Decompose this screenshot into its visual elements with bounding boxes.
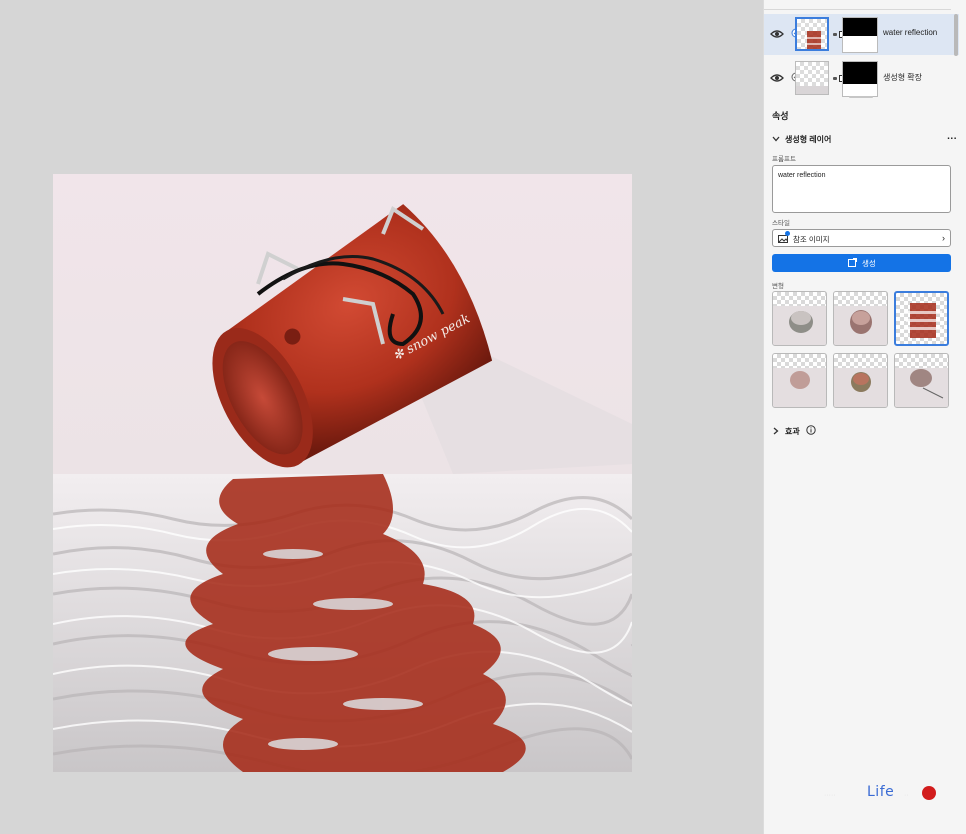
variation-image xyxy=(773,306,826,345)
eye-icon[interactable] xyxy=(770,28,784,40)
layer-mask-thumbnail[interactable] xyxy=(842,61,878,97)
layer-name: 생성형 확장 xyxy=(883,73,923,82)
effects-label: 효과 xyxy=(785,427,800,436)
chain-icon xyxy=(833,33,837,36)
variation-image xyxy=(904,303,942,338)
generate-icon xyxy=(848,258,857,267)
layers-scrollbar[interactable] xyxy=(954,14,958,56)
layer-thumbnail[interactable] xyxy=(795,61,829,95)
effects-section-header[interactable]: 효과 xyxy=(772,425,872,437)
layers-panel: water reflection 생성형 확장 xyxy=(764,0,959,97)
red-lantern-water-reflection-image: ✻ snow peak xyxy=(53,174,632,772)
watermark-right-text: ·· xyxy=(904,792,909,799)
watermark-stamp-icon xyxy=(922,786,936,800)
variation-image xyxy=(773,368,826,407)
layer-thumbnail-image xyxy=(796,86,828,94)
prompt-label: 프롬프트 xyxy=(772,156,796,163)
variation-thumbnail-5[interactable] xyxy=(833,353,888,408)
variation-thumbnail-6[interactable] xyxy=(894,353,949,408)
layer-row-generative-expand[interactable]: 생성형 확장 xyxy=(764,58,959,99)
layer-name: water reflection xyxy=(883,28,938,37)
section-title: 생성형 레이어 xyxy=(785,135,832,144)
generate-button-label: 생성 xyxy=(862,259,876,268)
prompt-textarea[interactable]: water reflection xyxy=(772,165,951,213)
layer-mask-image xyxy=(843,18,877,36)
variation-thumbnail-4[interactable] xyxy=(772,353,827,408)
chevron-right-icon[interactable] xyxy=(772,427,779,435)
divider xyxy=(764,9,951,10)
generative-layer-section-header[interactable]: 생성형 레이어 ... xyxy=(772,131,957,145)
variation-thumbnail-2[interactable] xyxy=(833,291,888,346)
properties-title: 속성 xyxy=(772,111,789,121)
canvas-area[interactable]: ✻ snow peak xyxy=(0,0,763,834)
watermark-left-text: ····· xyxy=(824,792,836,799)
layer-thumbnail-image xyxy=(804,31,824,49)
variation-image xyxy=(834,306,887,345)
variations-grid xyxy=(772,291,953,411)
layer-mask-thumbnail[interactable] xyxy=(842,17,878,53)
panel-resize-handle[interactable] xyxy=(849,96,873,98)
layer-row-water-reflection[interactable]: water reflection xyxy=(764,14,959,55)
chain-icon xyxy=(833,77,837,80)
status-dot xyxy=(785,231,790,236)
variation-image xyxy=(834,368,887,407)
style-reference-image-select[interactable]: 참조 이미지 › xyxy=(772,229,951,247)
variation-image xyxy=(895,368,948,407)
eye-icon[interactable] xyxy=(770,72,784,84)
variation-thumbnail-3[interactable] xyxy=(894,291,949,346)
watermark-brand: Life xyxy=(867,784,895,800)
generate-button[interactable]: 생성 xyxy=(772,254,951,272)
variations-label: 변형 xyxy=(772,283,784,290)
variation-thumbnail-1[interactable] xyxy=(772,291,827,346)
right-panel: water reflection 생성형 확장 속성 생성형 레이어 ... 프… xyxy=(763,0,966,834)
info-icon[interactable] xyxy=(806,425,816,435)
more-options-icon[interactable]: ... xyxy=(947,131,957,142)
style-option-label: 참조 이미지 xyxy=(793,235,830,244)
style-label: 스타일 xyxy=(772,220,790,227)
layer-thumbnail[interactable] xyxy=(795,17,829,51)
watermark: ····· Life ·· xyxy=(824,782,944,806)
layer-mask-image xyxy=(843,62,877,84)
chevron-down-icon[interactable] xyxy=(772,135,780,143)
canvas-artwork[interactable]: ✻ snow peak xyxy=(53,174,632,772)
chevron-right-icon: › xyxy=(942,233,945,243)
